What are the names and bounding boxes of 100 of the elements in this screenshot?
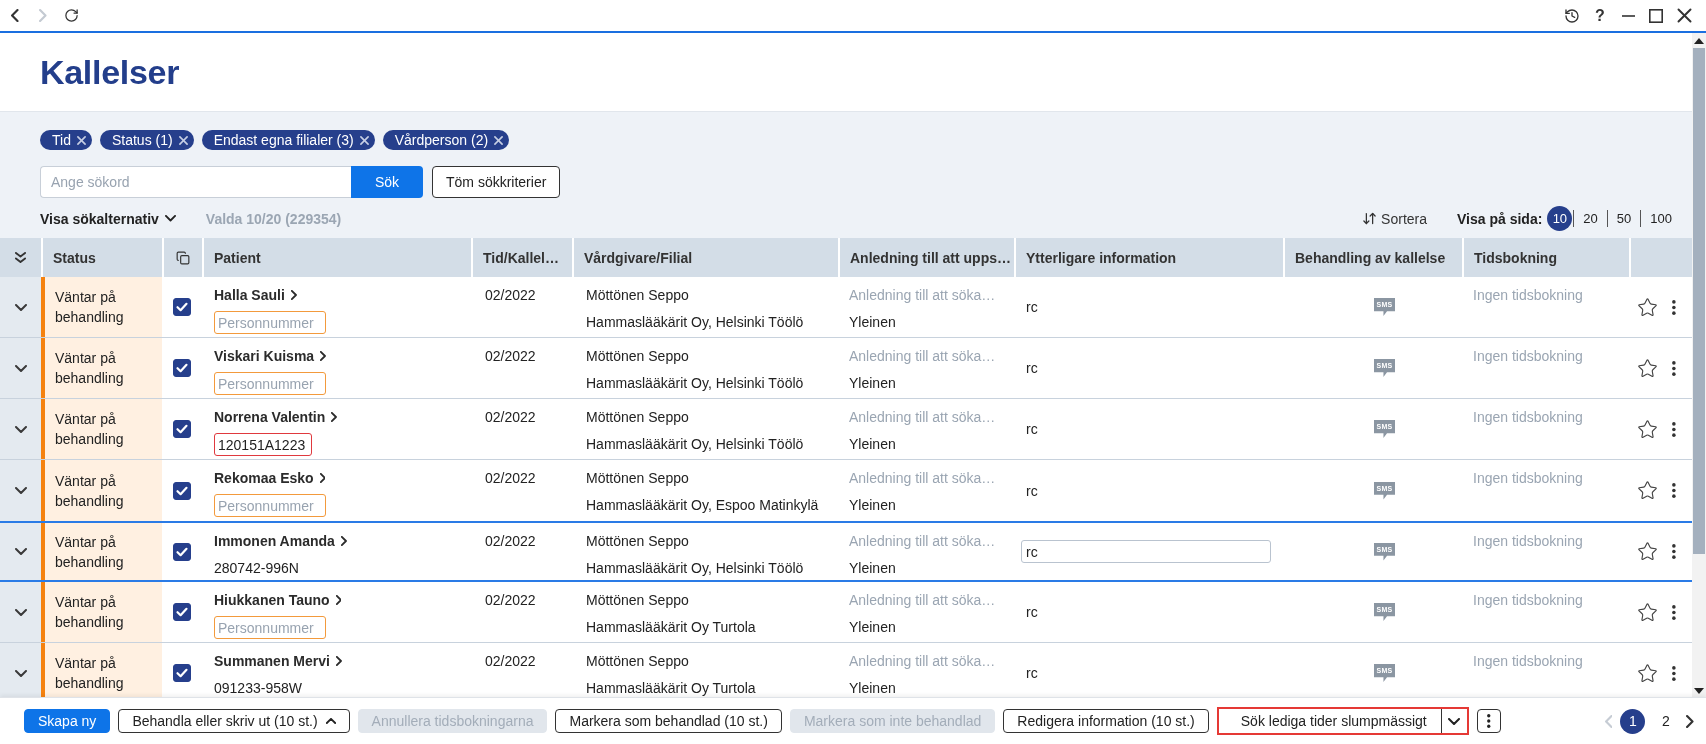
patient-name-link[interactable]: Immonen Amanda — [214, 530, 347, 552]
search-button[interactable]: Sök — [351, 166, 423, 198]
reason-text: Anledning till att söka… — [849, 286, 996, 305]
scrollbar-thumb[interactable] — [1693, 48, 1705, 554]
chevron-down-icon[interactable] — [14, 548, 27, 555]
action-button[interactable]: Skapa ny — [24, 709, 111, 733]
refresh-icon[interactable] — [63, 8, 79, 23]
star-icon[interactable] — [1637, 480, 1658, 501]
page-button[interactable]: 1 — [1620, 708, 1646, 734]
category-text: Yleinen — [849, 679, 896, 697]
status-cell: Väntar på behandling — [41, 399, 162, 459]
vertical-dots-icon[interactable] — [1672, 483, 1676, 498]
vertical-dots-icon — [1487, 714, 1491, 728]
checkbox[interactable] — [173, 298, 191, 316]
action-button[interactable]: Markera som behandlad (10 st.) — [555, 709, 782, 733]
star-icon[interactable] — [1637, 418, 1658, 440]
help-button[interactable]: ? — [1586, 1, 1614, 30]
checkbox[interactable] — [173, 359, 191, 377]
vertical-dots-icon[interactable] — [1672, 604, 1676, 620]
info-text: rc — [1025, 604, 1038, 620]
personnummer-field[interactable]: Personnummer — [214, 494, 326, 517]
patient-name-link[interactable]: Summanen Mervi — [214, 650, 342, 672]
action-button[interactable]: Sök lediga tider slumpmässigt — [1218, 709, 1441, 733]
checkbox[interactable] — [173, 603, 191, 621]
page-size-option[interactable]: 20 — [1575, 206, 1606, 231]
booking-status: Ingen tidsbokning — [1473, 469, 1583, 488]
maximize-icon[interactable] — [1649, 8, 1663, 23]
personnummer-field[interactable]: Personnummer — [214, 372, 326, 395]
close-icon[interactable] — [1676, 8, 1692, 23]
action-button[interactable]: Behandla eller skriv ut (10 st.) — [118, 709, 350, 733]
chevron-down-icon[interactable] — [14, 608, 27, 616]
checkbox[interactable] — [173, 420, 191, 438]
chevron-right-icon — [331, 412, 338, 422]
filter-chip[interactable]: Tid — [40, 130, 92, 150]
vertical-dots-icon[interactable] — [1672, 299, 1676, 315]
page-size-label: Visa på sida: — [1457, 210, 1543, 227]
branch-name: Hammaslääkärit Oy, Espoo Matinkylä — [586, 496, 819, 515]
category-text: Yleinen — [849, 374, 896, 393]
star-icon[interactable] — [1637, 541, 1658, 562]
category-text: Yleinen — [849, 496, 896, 515]
scrollbar[interactable] — [1692, 33, 1706, 697]
clear-button[interactable]: Töm sökkriterier — [432, 166, 561, 198]
patient-name-link[interactable]: Norrena Valentin — [214, 406, 338, 428]
reason-text: Anledning till att söka… — [849, 469, 996, 488]
checkbox[interactable] — [173, 542, 191, 561]
filter-chip[interactable]: Status (1) — [99, 130, 194, 150]
appointment-date: 02/2022 — [485, 652, 536, 671]
page-size-option[interactable]: 100 — [1642, 206, 1680, 231]
checkbox[interactable] — [173, 481, 191, 500]
appointment-date: 02/2022 — [485, 286, 536, 305]
personnummer-field[interactable]: Personnummer — [214, 616, 326, 639]
patient-name-link[interactable]: Viskari Kuisma — [214, 345, 326, 367]
star-icon[interactable] — [1637, 296, 1658, 318]
chevron-down-icon[interactable] — [14, 425, 27, 433]
filter-chip[interactable]: Vårdperson (2) — [382, 130, 510, 150]
chevron-down-icon[interactable] — [14, 303, 27, 311]
copy-icon[interactable] — [176, 250, 190, 265]
scroll-down-arrow-icon[interactable] — [1694, 688, 1704, 694]
info-text: rc — [1025, 299, 1038, 315]
reason-text: Anledning till att söka… — [849, 591, 996, 610]
page-size-option[interactable]: 10 — [1547, 206, 1573, 231]
minimize-icon[interactable] — [1621, 14, 1635, 17]
status-cell: Väntar på behandling — [41, 460, 162, 521]
double-chevron-down-icon[interactable] — [15, 252, 26, 263]
filter-chip[interactable]: Endast egna filialer (3) — [201, 130, 375, 150]
history-icon[interactable] — [1564, 7, 1580, 24]
vertical-dots-icon[interactable] — [1672, 360, 1676, 376]
personnummer-field[interactable]: Personnummer — [214, 311, 326, 334]
chevron-down-icon[interactable] — [14, 364, 27, 372]
vertical-dots-icon[interactable] — [1672, 421, 1676, 437]
split-button[interactable]: Sök lediga tider slumpmässigt — [1216, 707, 1469, 735]
patient-name-link[interactable]: Halla Sauli — [214, 284, 297, 306]
chevron-down-icon[interactable] — [14, 669, 27, 677]
patient-name-link[interactable]: Hiukkanen Tauno — [214, 589, 342, 611]
star-icon[interactable] — [1637, 357, 1658, 379]
patient-name-link[interactable]: Rekomaa Esko — [214, 467, 326, 489]
vertical-dots-icon[interactable] — [1672, 665, 1676, 681]
search-field[interactable]: Ange sökord — [40, 166, 351, 198]
branch-name: Hammaslääkärit Oy Turtola — [586, 679, 756, 697]
checkbox[interactable] — [173, 664, 191, 682]
info-field[interactable]: rc — [1021, 540, 1271, 563]
page-size-option[interactable]: 50 — [1608, 206, 1640, 231]
vertical-dots-icon[interactable] — [1672, 544, 1676, 559]
more-options-button[interactable] — [1476, 709, 1501, 733]
chevron-right-icon[interactable] — [1686, 714, 1694, 728]
chevron-down-icon — [1448, 717, 1461, 725]
star-icon[interactable] — [1637, 601, 1658, 623]
sort-button[interactable]: Sortera — [1362, 210, 1427, 227]
chevron-down-icon[interactable] — [14, 487, 27, 494]
chevron-left-icon[interactable] — [11, 9, 19, 22]
options-toggle[interactable]: Visa sökalternativ — [40, 210, 176, 227]
personnummer-field[interactable]: 120151A1223 — [214, 433, 312, 456]
column-header: Tidsbokning — [1474, 249, 1557, 266]
page-button[interactable]: 2 — [1653, 708, 1679, 734]
star-icon[interactable] — [1637, 662, 1658, 684]
booking-status: Ingen tidsbokning — [1473, 286, 1583, 305]
info-text: rc — [1025, 360, 1038, 376]
scroll-up-arrow-icon[interactable] — [1694, 38, 1704, 44]
action-button[interactable]: Redigera information (10 st.) — [1003, 709, 1209, 733]
booking-status: Ingen tidsbokning — [1473, 408, 1583, 427]
